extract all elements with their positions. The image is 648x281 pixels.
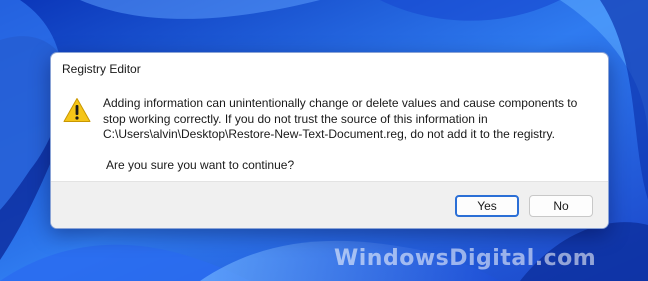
dialog-content: Adding information can unintentionally c… xyxy=(51,85,608,182)
dialog-title: Registry Editor xyxy=(62,62,141,76)
no-button[interactable]: No xyxy=(529,195,593,217)
dialog-message: Adding information can unintentionally c… xyxy=(103,96,598,143)
yes-button[interactable]: Yes xyxy=(455,195,519,217)
warning-message-text: Adding information can unintentionally c… xyxy=(103,96,578,141)
dialog-button-bar: Yes No xyxy=(51,181,608,228)
confirmation-question: Are you sure you want to continue? xyxy=(106,158,295,172)
registry-editor-dialog: Registry Editor Adding information can u… xyxy=(50,52,609,229)
warning-icon xyxy=(63,98,91,122)
dialog-titlebar[interactable]: Registry Editor xyxy=(51,53,608,85)
watermark-logo: WindowsDigital.com xyxy=(334,246,597,271)
